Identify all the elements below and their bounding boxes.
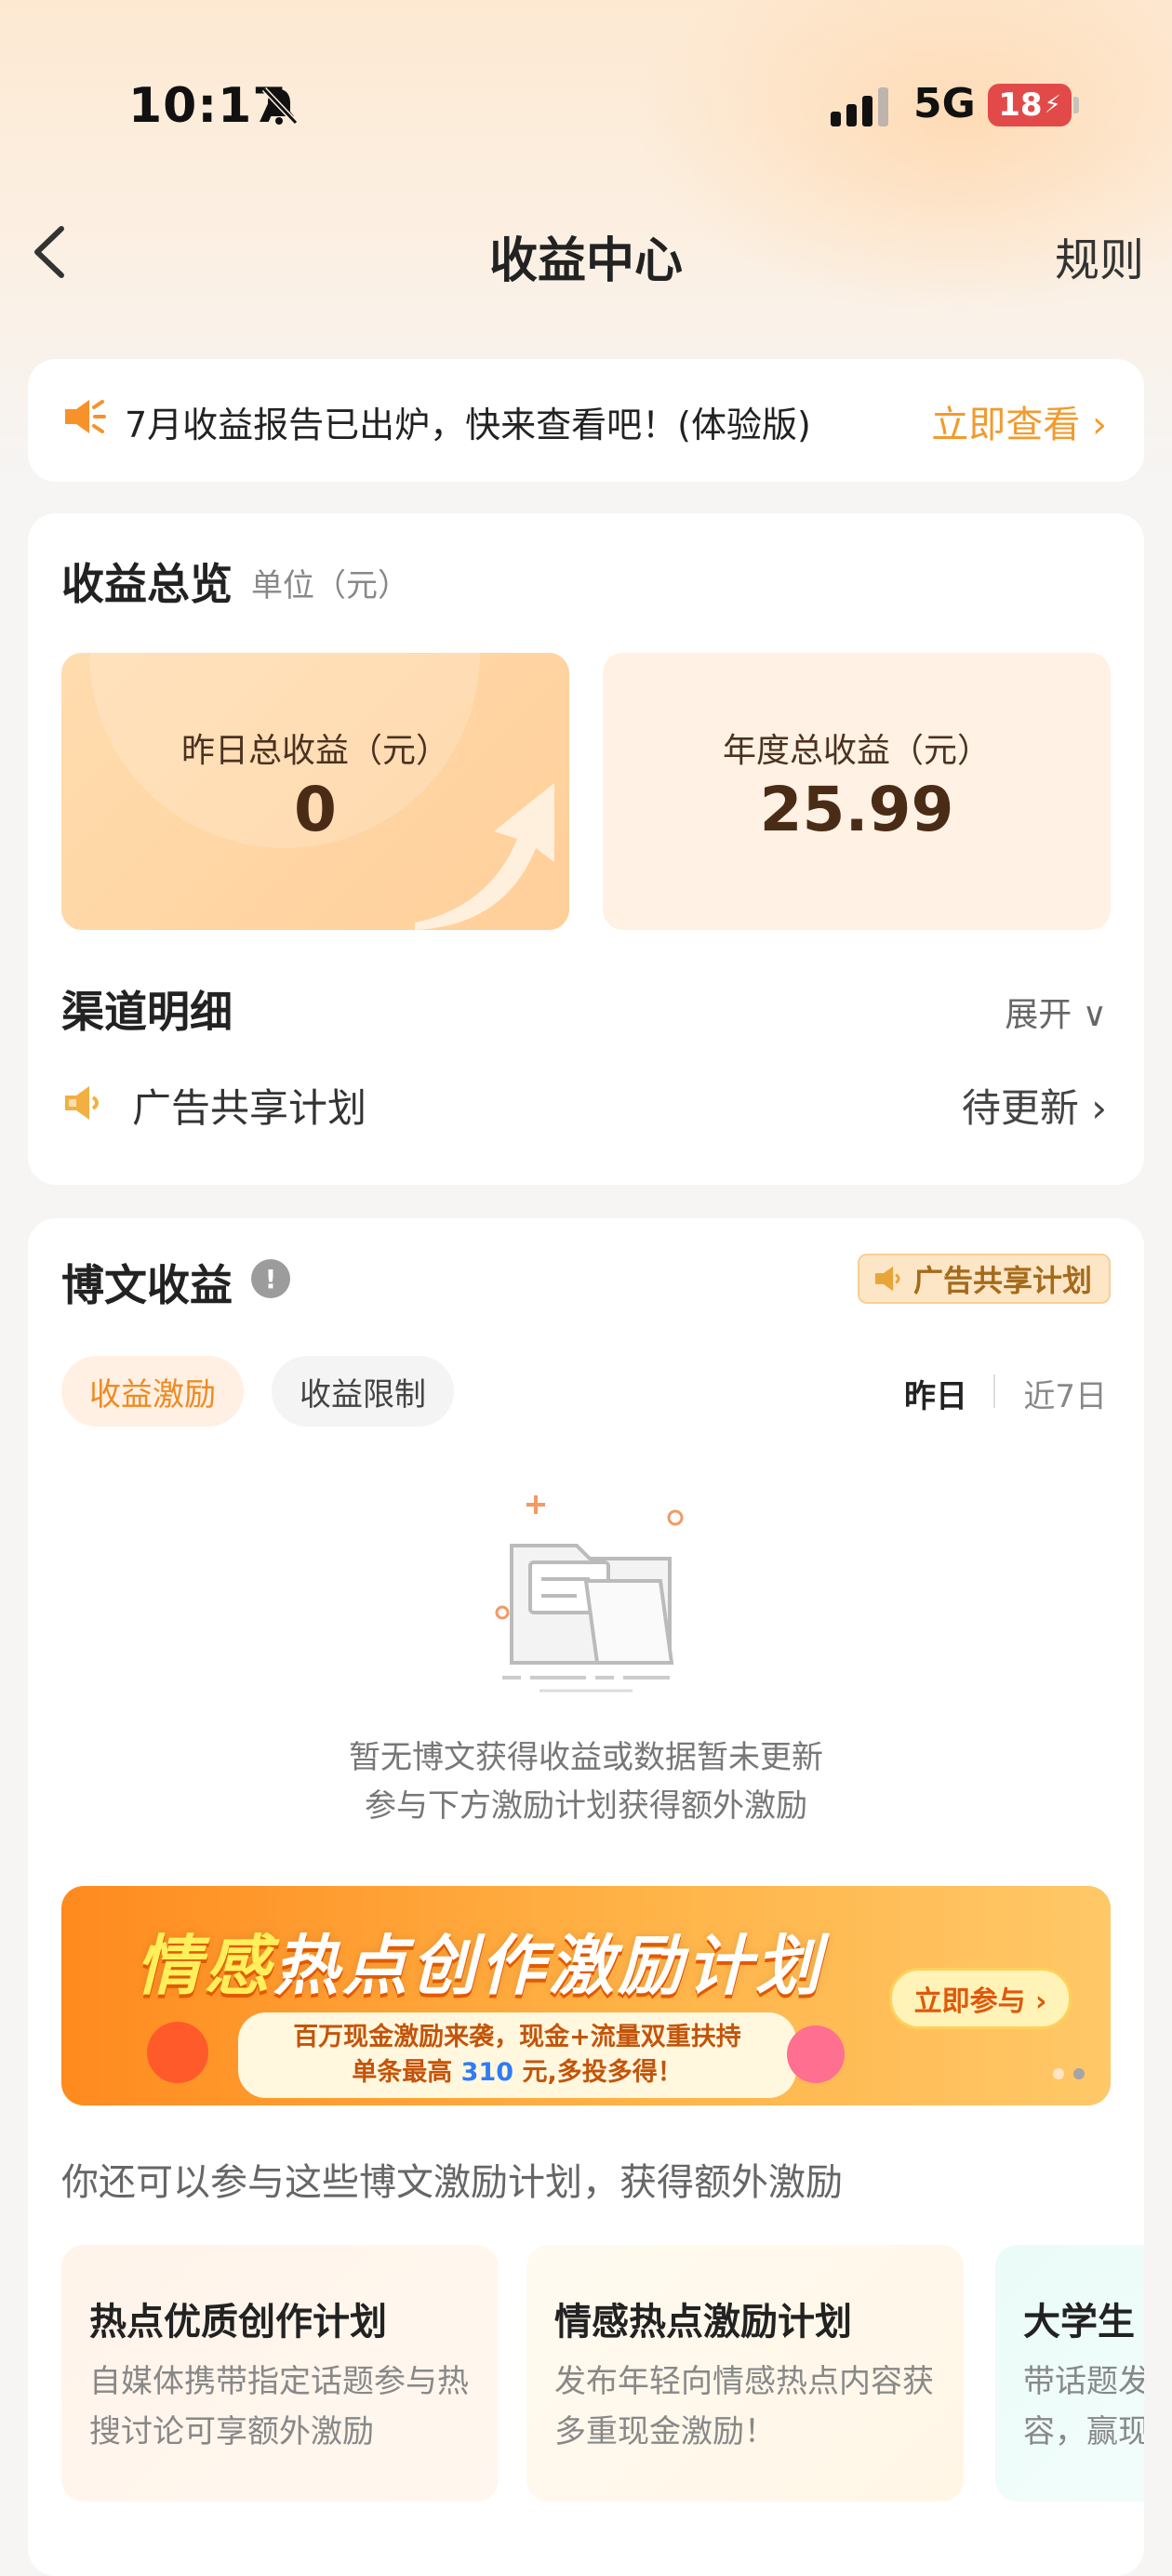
- tab-earnings-incentive[interactable]: 收益激励: [61, 1356, 244, 1427]
- blog-title: 博文收益: [61, 1260, 233, 1310]
- carousel-dot-1[interactable]: [1053, 2068, 1064, 2079]
- empty-folder-icon: [474, 1488, 698, 1706]
- battery-tip: [1073, 97, 1079, 113]
- yesterday-value: 0: [294, 774, 337, 845]
- info-icon[interactable]: !: [251, 1259, 290, 1298]
- plan-title: 热点优质创作计划: [89, 2301, 387, 2344]
- page-title: 收益中心: [488, 233, 683, 289]
- banner-subtitle: 百万现金激励来袭，现金+流量双重扶持 单条最高 310 元,多投多得！: [238, 2012, 796, 2098]
- expand-button[interactable]: 展开 ∨: [1005, 988, 1107, 1036]
- channel-item-label: 广告共享计划: [132, 1085, 367, 1131]
- banner-sub-suffix: 元,多投多得！: [522, 2058, 683, 2087]
- plan-desc: 带话题发容，赢现: [1023, 2363, 1144, 2450]
- channel-item-status[interactable]: 待更新 ›: [962, 1077, 1107, 1134]
- banner-title-rest: 热点创作激励计划: [273, 1928, 824, 2004]
- join-now-button[interactable]: 立即参与 ›: [889, 1968, 1072, 2029]
- info-glyph: !: [264, 1263, 277, 1295]
- earnings-overview-card: 收益总览 单位（元） 昨日总收益（元） 0 年度总收益（元） 25.99 渠道明…: [28, 513, 1144, 1185]
- signal-icon: [831, 87, 896, 130]
- network-type: 5G: [913, 80, 976, 127]
- empty-message-line1: 暂无博文获得收益或数据暂未更新: [349, 1739, 823, 1776]
- notice-banner[interactable]: 7月收益报告已出炉，快来查看吧！(体验版) 立即查看 ›: [28, 359, 1144, 482]
- yesterday-earnings-box[interactable]: 昨日总收益（元） 0: [61, 653, 569, 930]
- overview-unit: 单位（元）: [251, 567, 409, 604]
- filter-divider: [993, 1374, 995, 1408]
- plan-title: 情感热点激励计划: [554, 2301, 852, 2344]
- channel-title: 渠道明细: [61, 987, 233, 1037]
- carousel-dot-2[interactable]: [1073, 2068, 1085, 2079]
- banner-sub-prefix: 单条最高: [352, 2058, 453, 2087]
- megaphone-icon: [61, 396, 108, 441]
- blog-earnings-card: 博文收益 ! 广告共享计划 收益激励 收益限制 昨日 近7日 暂无博文获得收益或…: [28, 1218, 1144, 2576]
- mascot-pink-icon: [787, 2025, 845, 2083]
- plan-card-emotion-hot[interactable]: 情感热点激励计划 发布年轻向情感热点内容获多重现金激励！: [526, 2245, 964, 2502]
- more-plans-text: 你还可以参与这些博文激励计划，获得额外激励: [61, 2161, 843, 2204]
- notice-text: 7月收益报告已出炉，快来查看吧！(体验版): [125, 405, 811, 445]
- banner-sub-line1: 百万现金激励来袭，现金+流量双重扶持: [293, 2023, 741, 2052]
- filter-yesterday[interactable]: 昨日: [904, 1371, 967, 1416]
- plan-desc: 发布年轻向情感热点内容获多重现金激励！: [554, 2363, 934, 2450]
- banner-sub-line2: 单条最高 310 元,多投多得！: [238, 2055, 796, 2091]
- empty-message-line2: 参与下方激励计划获得额外激励: [365, 1787, 807, 1825]
- view-now-link[interactable]: 立即查看 ›: [931, 394, 1107, 448]
- plan-card-college[interactable]: 大学生 带话题发容，赢现: [995, 2245, 1144, 2502]
- yesterday-label: 昨日总收益（元）: [180, 732, 449, 770]
- banner-title: 情感热点创作激励计划: [136, 1914, 824, 2008]
- battery-level: 18: [998, 86, 1043, 124]
- ad-megaphone-icon: [61, 1084, 104, 1125]
- banner-title-highlight: 情感: [136, 1928, 273, 2004]
- annual-label: 年度总收益（元）: [722, 732, 991, 770]
- filter-7days[interactable]: 近7日: [1023, 1371, 1107, 1416]
- ad-share-badge[interactable]: 广告共享计划: [857, 1254, 1111, 1304]
- annual-earnings-box[interactable]: 年度总收益（元） 25.99: [603, 653, 1111, 930]
- rules-link[interactable]: 规则: [1055, 223, 1144, 288]
- mascot-orange-icon: [147, 2022, 208, 2083]
- promo-banner[interactable]: 情感热点创作激励计划 百万现金激励来袭，现金+流量双重扶持 单条最高 310 元…: [61, 1886, 1111, 2105]
- plan-title: 大学生: [1023, 2301, 1135, 2344]
- tab-earnings-limit[interactable]: 收益限制: [272, 1356, 454, 1427]
- badge-megaphone-icon: [874, 1266, 900, 1292]
- annual-value: 25.99: [759, 774, 954, 845]
- badge-label: 广告共享计划: [912, 1263, 1092, 1298]
- battery-indicator: 18 ⚡: [988, 84, 1072, 126]
- mute-bell-icon: [257, 84, 301, 132]
- plan-desc: 自媒体携带指定话题参与热搜讨论可享额外激励: [89, 2363, 469, 2450]
- banner-sub-number: 310: [460, 2058, 514, 2087]
- overview-title: 收益总览: [61, 559, 233, 609]
- plan-card-hot-quality[interactable]: 热点优质创作计划 自媒体携带指定话题参与热搜讨论可享额外激励: [61, 2245, 499, 2502]
